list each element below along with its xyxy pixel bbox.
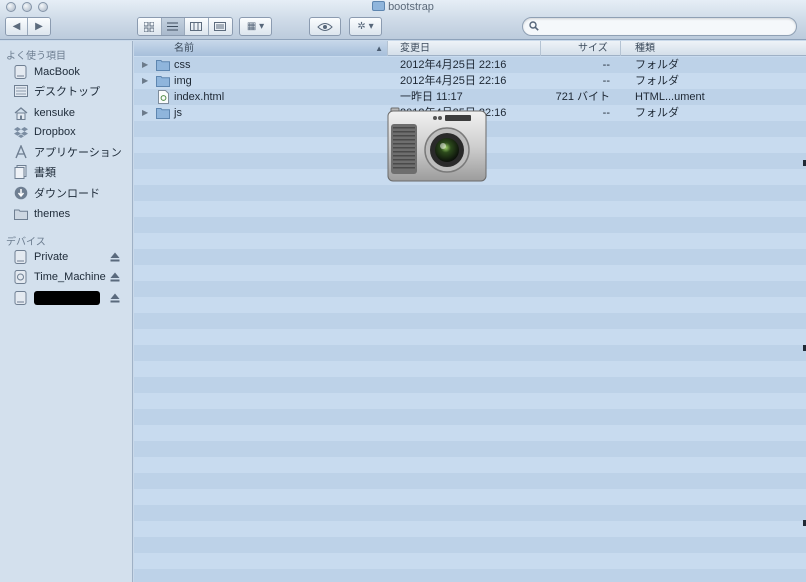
disclosure-triangle-icon[interactable]: ▶ [142, 105, 152, 121]
coverflow-view-icon [214, 22, 227, 31]
list-view-icon [167, 22, 179, 31]
back-forward-buttons: ◀ ▶ [5, 17, 51, 36]
file-date: 2012年4月25日 22:16 [400, 75, 507, 87]
column-header-bar: 名前 ▲ 変更日 サイズ 種類 [134, 41, 806, 56]
search-icon [529, 21, 539, 31]
column-header-name[interactable]: 名前 ▲ [134, 41, 388, 56]
dropbox-icon [13, 125, 28, 140]
folder-icon [156, 60, 170, 71]
disclosure-triangle-icon[interactable]: ▶ [142, 57, 152, 73]
folder-icon [156, 108, 170, 119]
file-kind: フォルダ [635, 59, 679, 71]
sidebar-devices-header: デバイス [6, 237, 46, 248]
icon-view-icon [144, 21, 155, 32]
column-header-label: 名前 [174, 43, 194, 54]
drive-icon [13, 291, 28, 306]
file-kind: HTML...ument [635, 91, 705, 103]
file-size: 721 バイト [555, 91, 610, 103]
file-name: css [174, 59, 191, 71]
quicklook-button[interactable] [309, 17, 341, 36]
sidebar-item-documents[interactable]: 書類 [0, 162, 132, 182]
disclosure-triangle-icon[interactable]: ▶ [142, 73, 152, 89]
file-row-css[interactable]: ▶ css 2012年4月25日 22:16 -- フォルダ [134, 57, 806, 73]
column-header-label: サイズ [578, 43, 608, 54]
file-kind: フォルダ [635, 75, 679, 87]
sidebar-item-label: 書類 [34, 167, 56, 179]
eject-icon[interactable] [110, 272, 120, 282]
desktop-icon [13, 84, 28, 99]
file-kind: フォルダ [635, 107, 679, 119]
sidebar-item-kensuke[interactable]: kensuke [0, 103, 132, 123]
sidebar-item-label: kensuke [34, 107, 75, 119]
sidebar-favorites-header: よく使う項目 [6, 51, 66, 62]
arrange-menu-button[interactable]: ▦ ▾ [239, 17, 272, 36]
window-title-text: bootstrap [388, 1, 434, 13]
action-menu-button[interactable]: ✲ ▾ [349, 17, 382, 36]
forward-button[interactable]: ▶ [28, 18, 50, 35]
file-row-img[interactable]: ▶ img 2012年4月25日 22:16 -- フォルダ [134, 73, 806, 89]
column-view-button[interactable] [185, 18, 209, 35]
applications-icon [13, 145, 28, 160]
sidebar-item-label: ダウンロード [34, 188, 100, 200]
sidebar-item-desktop[interactable]: デスクトップ [0, 81, 132, 101]
column-header-kind[interactable]: 種類 [621, 41, 806, 56]
sidebar-item-time-machine[interactable]: Time_Machine [0, 267, 132, 287]
column-header-size[interactable]: サイズ [541, 41, 621, 56]
folder-icon [372, 1, 386, 11]
file-size: -- [602, 75, 610, 87]
file-size: -- [602, 107, 610, 119]
file-date: 2012年4月25日 22:16 [400, 59, 507, 71]
drive-icon [13, 65, 28, 80]
folder-icon [13, 207, 28, 222]
sidebar-item-label: Dropbox [34, 126, 76, 138]
sidebar-item-macbook[interactable]: MacBook [0, 62, 132, 82]
list-view-button[interactable] [161, 18, 185, 35]
drive-icon [13, 250, 28, 265]
redacted-label [34, 291, 100, 305]
coverflow-view-button[interactable] [208, 18, 232, 35]
home-icon [13, 106, 28, 121]
window-toolbar: bootstrap ◀ ▶ ▦ ▾ ✲ ▾ [0, 0, 806, 40]
sidebar-item-themes[interactable]: themes [0, 204, 132, 224]
column-header-label: 変更日 [400, 43, 430, 54]
sidebar-item-applications[interactable]: アプリケーション [0, 142, 132, 162]
search-field[interactable] [522, 17, 797, 36]
view-mode-selector [137, 17, 233, 36]
file-name: index.html [174, 91, 225, 103]
sidebar-item-dropbox[interactable]: Dropbox [0, 122, 132, 142]
sort-ascending-icon: ▲ [375, 44, 383, 53]
screenshot-camera-icon [387, 107, 487, 182]
file-size: -- [602, 59, 610, 71]
eject-icon[interactable] [110, 293, 120, 303]
sidebar-item-private[interactable]: Private [0, 247, 132, 267]
column-header-date[interactable]: 変更日 [388, 41, 541, 56]
sidebar-item-downloads[interactable]: ダウンロード [0, 183, 132, 203]
eject-icon[interactable] [110, 252, 120, 262]
sidebar-item-label: MacBook [34, 66, 80, 78]
sidebar-item-label: デスクトップ [34, 86, 100, 98]
sidebar-item-label: Private [34, 251, 69, 263]
back-button[interactable]: ◀ [6, 18, 28, 35]
sidebar-item-label: themes [34, 208, 71, 220]
column-header-label: 種類 [635, 43, 655, 54]
file-name: img [174, 75, 192, 87]
eye-icon [317, 22, 333, 31]
search-input[interactable] [543, 19, 791, 34]
folder-icon [156, 76, 170, 87]
sidebar: よく使う項目 MacBook デスクトップ kensuke Dropbox アプ… [0, 41, 133, 582]
downloads-icon [13, 186, 28, 201]
sidebar-item-label: アプリケーション [34, 147, 122, 159]
sidebar-item-label: Time_Machine [34, 271, 106, 283]
window-title: bootstrap [0, 0, 806, 14]
timemachine-drive-icon [13, 270, 28, 285]
html-file-icon [158, 90, 169, 104]
file-name: js [174, 107, 182, 119]
column-view-icon [190, 22, 203, 31]
sidebar-item-redacted-drive[interactable] [0, 288, 132, 308]
icon-view-button[interactable] [138, 18, 162, 35]
documents-icon [13, 165, 28, 180]
